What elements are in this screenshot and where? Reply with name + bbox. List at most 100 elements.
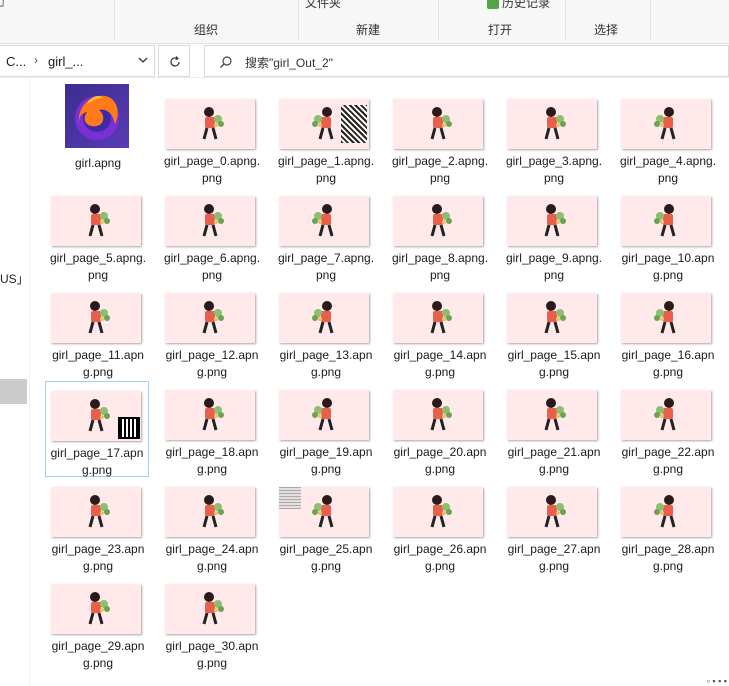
file-item[interactable]: girl_page_6.apng.png xyxy=(160,193,264,289)
file-thumbnail xyxy=(507,293,597,343)
girl-figure-icon xyxy=(544,204,566,237)
file-item[interactable]: girl_page_24.apng.png xyxy=(160,484,264,580)
file-thumbnail xyxy=(51,196,141,246)
girl-figure-icon xyxy=(544,495,566,528)
search-input[interactable]: 搜索"girl_Out_2" xyxy=(204,45,729,77)
file-item[interactable]: girl_page_22.apng.png xyxy=(616,387,720,483)
file-item[interactable]: girl_page_19.apng.png xyxy=(274,387,378,483)
file-thumbnail xyxy=(279,487,369,537)
ribbon-divider xyxy=(114,0,115,40)
file-label: girl_page_18.apng.png xyxy=(165,445,259,476)
girl-figure-icon xyxy=(202,204,224,237)
file-item[interactable]: girl_page_1.apng.png xyxy=(274,96,378,192)
file-item[interactable]: girl_page_21.apng.png xyxy=(502,387,606,483)
girl-figure-icon xyxy=(654,107,676,140)
file-label: girl_page_23.apng.png xyxy=(51,542,145,573)
file-thumbnail xyxy=(621,487,711,537)
file-item[interactable]: girl_page_15.apng.png xyxy=(502,290,606,386)
chevron-down-icon[interactable] xyxy=(138,55,148,65)
file-item[interactable]: girl_page_8.apng.png xyxy=(388,193,492,289)
file-item-girl-apng[interactable]: girl.apng xyxy=(46,84,150,180)
girl-figure-icon xyxy=(88,301,110,334)
search-placeholder: 搜索"girl_Out_2" xyxy=(245,56,333,70)
file-thumbnail xyxy=(51,391,141,441)
file-label: girl_page_27.apng.png xyxy=(507,542,601,573)
girl-figure-icon xyxy=(430,398,452,431)
file-label: girl_page_17.apng.png xyxy=(50,446,144,477)
file-thumbnail xyxy=(507,390,597,440)
file-label: girl_page_1.apng.png xyxy=(277,154,375,185)
file-item[interactable]: girl_page_12.apng.png xyxy=(160,290,264,386)
file-item[interactable]: girl_page_11.apng.png xyxy=(46,290,150,386)
navigation-pane[interactable]: US」 xyxy=(0,79,30,686)
ribbon-folder-label[interactable]: 文件夹 xyxy=(305,0,341,11)
girl-figure-icon xyxy=(202,301,224,334)
file-thumbnail xyxy=(393,390,483,440)
file-item[interactable]: girl_page_16.apng.png xyxy=(616,290,720,386)
ribbon-clipped-item[interactable]: ▯ xyxy=(0,0,5,8)
girl-figure-icon xyxy=(202,495,224,528)
girl-figure-icon xyxy=(312,301,334,334)
file-item[interactable]: girl_page_20.apng.png xyxy=(388,387,492,483)
girl-figure-icon xyxy=(312,495,334,528)
group-open: 打开 xyxy=(488,23,513,37)
file-thumbnail xyxy=(393,487,483,537)
file-item[interactable]: girl_page_27.apng.png xyxy=(502,484,606,580)
file-label: girl.apng xyxy=(74,156,122,170)
file-label: girl_page_7.apng.png xyxy=(277,251,375,282)
file-item[interactable]: girl_page_2.apng.png xyxy=(388,96,492,192)
file-thumbnail xyxy=(279,293,369,343)
file-label: girl_page_9.apng.png xyxy=(505,251,603,282)
file-item[interactable]: girl_page_23.apng.png xyxy=(46,484,150,580)
view-toggle-icons[interactable]: ▫ ▪ ▪ ▪ xyxy=(707,676,727,686)
breadcrumb[interactable]: C... › girl_... xyxy=(0,45,155,77)
file-thumbnail xyxy=(51,584,141,634)
file-label: girl_page_26.apng.png xyxy=(393,542,487,573)
file-label: girl_page_6.apng.png xyxy=(163,251,261,282)
file-label: girl_page_0.apng.png xyxy=(163,154,261,185)
nav-item-selected[interactable] xyxy=(0,379,27,404)
breadcrumb-item[interactable]: girl_... xyxy=(48,54,83,69)
file-item[interactable]: girl_page_5.apng.png xyxy=(46,193,150,289)
refresh-button[interactable] xyxy=(158,45,190,77)
file-thumbnail xyxy=(165,390,255,440)
file-item[interactable]: girl_page_29.apng.png xyxy=(46,581,150,677)
file-label: girl_page_12.apng.png xyxy=(165,348,259,379)
file-item[interactable]: girl_page_17.apng.png xyxy=(45,381,149,477)
file-label: girl_page_30.apng.png xyxy=(165,639,259,670)
girl-figure-icon xyxy=(654,301,676,334)
breadcrumb-item[interactable]: C... xyxy=(6,54,26,69)
file-thumbnail xyxy=(621,196,711,246)
file-item[interactable]: girl_page_3.apng.png xyxy=(502,96,606,192)
file-item[interactable]: girl_page_14.apng.png xyxy=(388,290,492,386)
file-item[interactable]: girl_page_25.apng.png xyxy=(274,484,378,580)
girl-figure-icon xyxy=(544,301,566,334)
file-thumbnail xyxy=(51,293,141,343)
file-thumbnail xyxy=(393,196,483,246)
history-icon xyxy=(487,0,499,9)
file-item[interactable]: girl_page_28.apng.png xyxy=(616,484,720,580)
ribbon-history-label[interactable]: 历史记录 xyxy=(487,0,550,11)
file-label: girl_page_11.apng.png xyxy=(52,348,144,379)
file-label: girl_page_24.apng.png xyxy=(165,542,259,573)
girl-figure-icon xyxy=(88,592,110,625)
file-item[interactable]: girl_page_7.apng.png xyxy=(274,193,378,289)
file-item[interactable]: girl_page_9.apng.png xyxy=(502,193,606,289)
girl-figure-icon xyxy=(430,107,452,140)
file-item[interactable]: girl_page_0.apng.png xyxy=(160,96,264,192)
file-thumbnail xyxy=(279,99,369,149)
file-item[interactable]: girl_page_13.apng.png xyxy=(274,290,378,386)
girl-figure-icon xyxy=(654,398,676,431)
file-item[interactable]: girl_page_26.apng.png xyxy=(388,484,492,580)
girl-figure-icon xyxy=(202,398,224,431)
nav-item-fragment[interactable]: US」 xyxy=(0,270,29,287)
file-thumbnail xyxy=(621,390,711,440)
group-organize: 组织 xyxy=(194,23,219,37)
file-item[interactable]: girl_page_4.apng.png xyxy=(616,96,720,192)
file-item[interactable]: girl_page_30.apng.png xyxy=(160,581,264,677)
firefox-icon xyxy=(65,84,129,148)
file-label: girl_page_14.apng.png xyxy=(393,348,487,379)
file-item[interactable]: girl_page_18.apng.png xyxy=(160,387,264,483)
file-label: girl_page_2.apng.png xyxy=(391,154,489,185)
file-item[interactable]: girl_page_10.apng.png xyxy=(616,193,720,289)
